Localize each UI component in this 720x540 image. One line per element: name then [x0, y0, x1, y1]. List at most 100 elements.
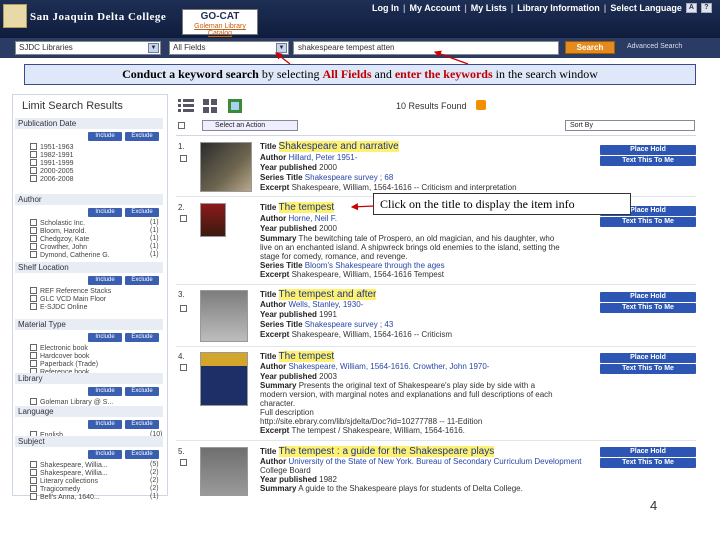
nav-my-account[interactable]: My Account	[410, 3, 461, 15]
include-button[interactable]: Include	[88, 420, 122, 429]
exclude-button[interactable]: Exclude	[125, 333, 159, 342]
place-hold-button[interactable]: Place Hold	[600, 353, 696, 363]
advanced-search-link[interactable]: Advanced Search	[627, 43, 682, 50]
text-size-icon[interactable]: A	[685, 3, 697, 13]
facet-checkbox[interactable]	[30, 151, 37, 158]
result-title-link[interactable]: The tempest	[278, 202, 335, 213]
facet-checkbox[interactable]	[30, 493, 37, 500]
result-checkbox[interactable]	[180, 305, 187, 312]
facet-checkbox[interactable]	[30, 295, 37, 302]
text-me-button[interactable]: Text This To Me	[600, 217, 696, 227]
facet-checkbox[interactable]	[30, 469, 37, 476]
result-author[interactable]: Hillard, Peter 1951-	[288, 153, 357, 162]
result-author-line: Author Shakespeare, William, 1564-1616. …	[260, 362, 490, 371]
include-button[interactable]: Include	[88, 276, 122, 285]
result-title-link[interactable]: The tempest	[278, 351, 335, 362]
facet-checkbox[interactable]	[30, 143, 37, 150]
exclude-button[interactable]: Exclude	[125, 276, 159, 285]
grid-view-icon	[203, 99, 217, 113]
result-checkbox[interactable]	[180, 215, 187, 222]
place-hold-button[interactable]: Place Hold	[600, 292, 696, 302]
search-button[interactable]: Search	[565, 41, 615, 54]
field-select[interactable]: All Fields ▼	[169, 41, 289, 55]
result-series[interactable]: Shakespeare survey ; 68	[305, 173, 394, 182]
result-number: 2.	[178, 203, 185, 212]
result-checkbox[interactable]	[180, 364, 187, 371]
book-cover-image[interactable]	[200, 203, 226, 237]
facet-checkbox[interactable]	[30, 175, 37, 182]
result-author[interactable]: Horne, Neil F.	[288, 214, 336, 223]
college-logo-icon[interactable]	[3, 4, 27, 28]
text-me-button[interactable]: Text This To Me	[600, 156, 696, 166]
include-button[interactable]: Include	[88, 387, 122, 396]
result-author[interactable]: Shakespeare, William, 1564-1616. Crowthe…	[288, 362, 489, 371]
sort-select[interactable]: Sort By	[565, 120, 695, 131]
facet-option[interactable]: 2006-2008	[30, 175, 73, 184]
include-button[interactable]: Include	[88, 450, 122, 459]
exclude-button[interactable]: Exclude	[125, 420, 159, 429]
exclude-button[interactable]: Exclude	[125, 132, 159, 141]
facet-option[interactable]: E-SJDC Online	[30, 303, 87, 312]
facet-checkbox[interactable]	[30, 360, 37, 367]
nav-login[interactable]: Log In	[372, 3, 399, 15]
result-title-link[interactable]: The tempest and after	[278, 289, 377, 300]
facet-option-label: Bell's Anna, 1640...	[40, 494, 100, 501]
exclude-button[interactable]: Exclude	[125, 450, 159, 459]
facet-option[interactable]: Bell's Anna, 1640...	[30, 493, 100, 502]
library-select[interactable]: SJDC Libraries ▼	[15, 41, 161, 55]
facet-checkbox[interactable]	[30, 219, 37, 226]
facet-checkbox[interactable]	[30, 344, 37, 351]
chevron-down-icon[interactable]: ▼	[276, 43, 287, 53]
book-cover-image[interactable]	[200, 142, 252, 192]
result-author[interactable]: University of the State of New York. Bur…	[288, 457, 581, 466]
help-icon[interactable]: ?	[700, 3, 712, 13]
include-button[interactable]: Include	[88, 333, 122, 342]
facet-option[interactable]: Dymond, Catherine G.	[30, 251, 110, 260]
text-me-button[interactable]: Text This To Me	[600, 303, 696, 313]
instruction-callout: Conduct a keyword search by selecting Al…	[24, 64, 696, 85]
nav-select-language[interactable]: Select Language	[610, 3, 682, 15]
result-checkbox[interactable]	[180, 155, 187, 162]
text-me-button[interactable]: Text This To Me	[600, 458, 696, 468]
facet-checkbox[interactable]	[30, 167, 37, 174]
exclude-button[interactable]: Exclude	[125, 208, 159, 217]
facet-checkbox[interactable]	[30, 352, 37, 359]
facet-checkbox[interactable]	[30, 398, 37, 405]
place-hold-button[interactable]: Place Hold	[600, 145, 696, 155]
result-title-link[interactable]: The tempest : a guide for the Shakespear…	[278, 446, 495, 457]
exclude-button[interactable]: Exclude	[125, 387, 159, 396]
facet-checkbox[interactable]	[30, 159, 37, 166]
facet-checkbox[interactable]	[30, 243, 37, 250]
book-cover-image[interactable]	[200, 290, 248, 342]
result-checkbox[interactable]	[180, 459, 187, 466]
college-name[interactable]: San Joaquin Delta College	[30, 11, 166, 23]
nav-my-lists[interactable]: My Lists	[471, 3, 507, 15]
book-cover-image[interactable]	[200, 352, 248, 406]
facet-checkbox[interactable]	[30, 477, 37, 484]
facet-checkbox[interactable]	[30, 235, 37, 242]
facet-checkbox[interactable]	[30, 461, 37, 468]
chevron-down-icon[interactable]: ▼	[148, 43, 159, 53]
place-hold-button[interactable]: Place Hold	[600, 447, 696, 457]
select-all-checkbox[interactable]	[178, 122, 185, 129]
facet-checkbox[interactable]	[30, 303, 37, 310]
result-series[interactable]: Bloom's Shakespeare through the ages	[305, 261, 445, 270]
rss-icon[interactable]	[476, 100, 486, 110]
result-author[interactable]: Wells, Stanley, 1930-	[288, 300, 363, 309]
nav-library-info[interactable]: Library Information	[517, 3, 600, 15]
top-nav: Log In | My Account | My Lists | Library In…	[372, 3, 712, 15]
gocat-logo[interactable]: GO-CAT Goleman Library Catalog	[182, 9, 258, 37]
facet-checkbox[interactable]	[30, 485, 37, 492]
limit-results-title: Limit Search Results	[22, 100, 123, 112]
facet-checkbox[interactable]	[30, 227, 37, 234]
facet-checkbox[interactable]	[30, 251, 37, 258]
result-series[interactable]: Shakespeare survey ; 43	[305, 320, 394, 329]
text-me-button[interactable]: Text This To Me	[600, 364, 696, 374]
result-title-link[interactable]: Shakespeare and narrative	[278, 141, 399, 152]
book-cover-image[interactable]	[200, 447, 248, 496]
include-button[interactable]: Include	[88, 132, 122, 141]
include-button[interactable]: Include	[88, 208, 122, 217]
action-select[interactable]: Select an Action	[202, 120, 298, 131]
search-input[interactable]: shakespeare tempest atten	[293, 41, 559, 55]
facet-checkbox[interactable]	[30, 287, 37, 294]
